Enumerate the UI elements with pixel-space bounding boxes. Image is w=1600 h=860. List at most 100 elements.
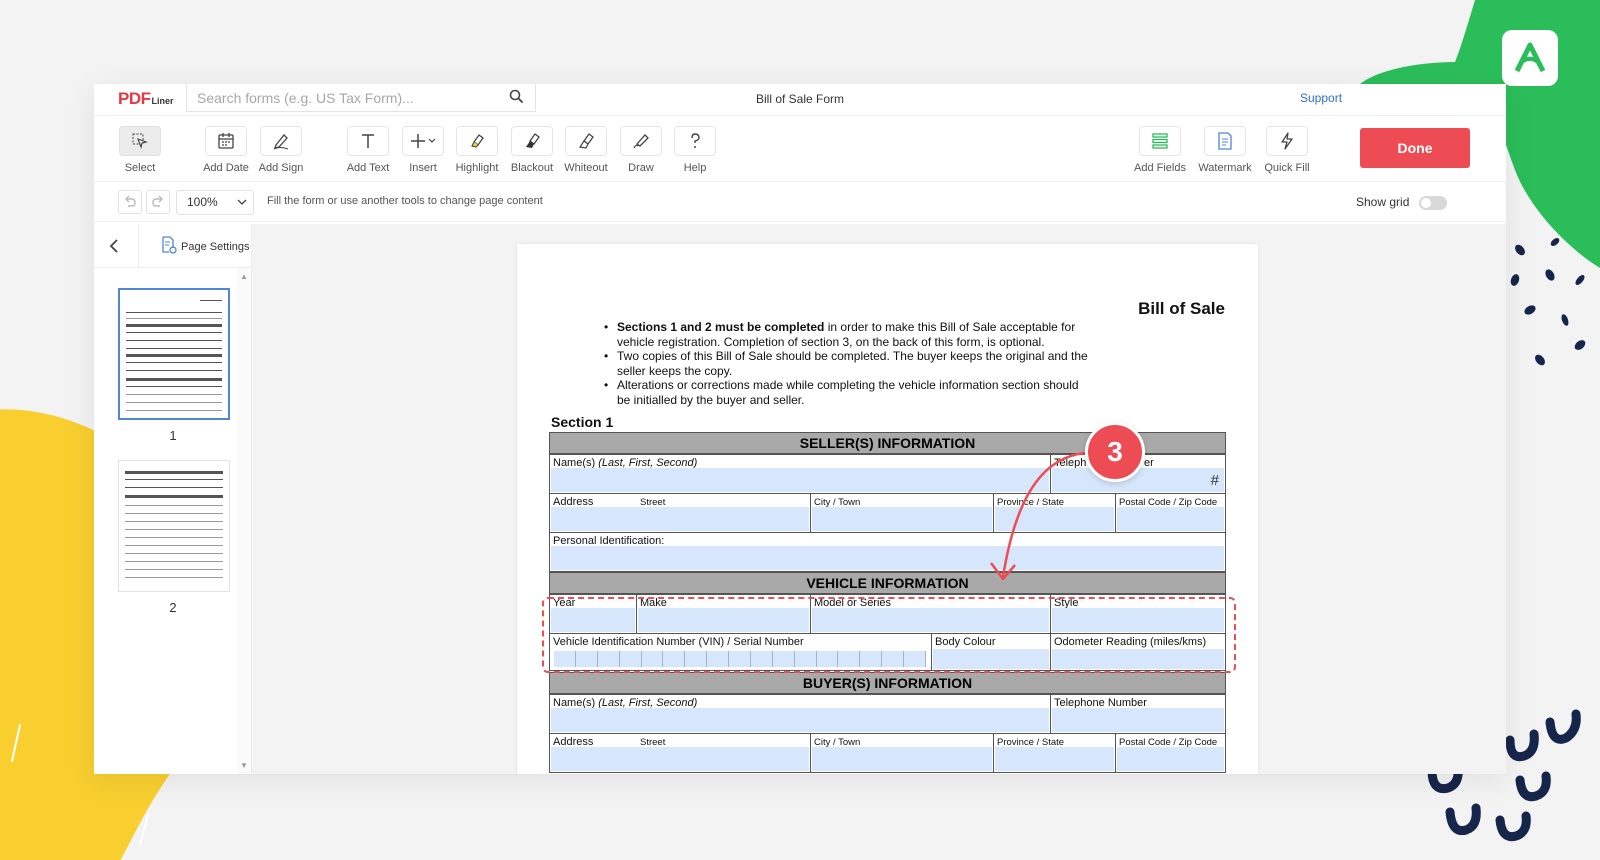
add-sign-button[interactable]: Add Sign [255,126,307,174]
chevron-down-icon [237,191,247,222]
insert-button[interactable]: Insert [397,126,449,174]
instruction-bold: Sections 1 and 2 must be completed [617,320,825,334]
select-tool-button[interactable]: Select [114,126,166,174]
page-settings-button[interactable]: Page Settings [161,236,250,257]
add-date-label: Add Date [203,162,249,174]
pdfliner-logo[interactable]: PDF Liner [118,89,174,109]
buyer-name-cell: Name(s) (Last, First, Second) [549,694,1051,734]
whiteout-label: Whiteout [564,162,608,174]
instruction-text: Alterations or corrections made while co… [617,378,1079,392]
scroll-up-icon[interactable]: ▲ [240,272,248,281]
draw-label: Draw [628,162,654,174]
blackout-label: Blackout [510,162,554,174]
form-title: Bill of Sale [1138,299,1225,318]
document-canvas: Bill of Sale Sections 1 and 2 must be co… [252,224,1506,774]
sidebar-divider [138,224,139,268]
show-grid-label: Show grid [1356,195,1410,209]
show-grid-toggle[interactable] [1419,196,1447,210]
add-fields-label: Add Fields [1134,162,1186,174]
page-settings-icon [161,236,177,257]
done-button[interactable]: Done [1360,128,1470,168]
seller-address-cell: Address Street [549,493,811,533]
buyer-telephone-field[interactable] [1052,708,1224,732]
buyer-information-header: BUYER(S) INFORMATION [549,672,1226,694]
page-sidebar: Page Settings 1 2 ▲ ▼ [94,224,252,774]
buyer-postal-field[interactable] [1117,747,1224,771]
add-date-button[interactable]: Add Date [200,126,252,174]
buyer-telephone-cell: Telephone Number [1050,694,1226,734]
calendar-icon [205,126,247,156]
instruction-text: in order to make this Bill of Sale accep… [824,320,1076,334]
highlight-button[interactable]: Highlight [451,126,503,174]
step-number-badge: 3 [1085,422,1145,482]
seller-city-cell: City / Town [810,493,994,533]
buyer-address-cell: Address Street [549,733,811,773]
add-fields-button[interactable]: Add Fields [1134,126,1186,174]
watermark-button[interactable]: Watermark [1198,126,1252,174]
pdf-editor-window: PDF Liner Bill of Sale Form Support Sele… [94,84,1506,774]
zoom-select[interactable]: 100% [176,190,254,215]
seller-city-field[interactable] [812,507,992,531]
buyer-street-field[interactable] [551,747,809,771]
page-settings-label: Page Settings [181,240,250,253]
sidebar-scrollbar[interactable]: ▲ ▼ [237,268,251,774]
quick-fill-button[interactable]: Quick Fill [1261,126,1313,174]
help-label: Help [683,162,707,174]
draw-pencil-icon [620,126,662,156]
buyer-city-cell: City / Town [810,733,994,773]
buyer-province-field[interactable] [995,747,1114,771]
buyer-name-field[interactable] [551,708,1049,732]
scroll-down-icon[interactable]: ▼ [240,761,248,770]
instruction-item: Sections 1 and 2 must be completed in or… [601,320,1101,349]
support-link[interactable]: Support [1300,91,1342,105]
page-thumbnail-2[interactable] [118,460,230,592]
search-icon[interactable] [509,89,523,108]
signature-pen-icon [260,126,302,156]
watermark-icon [1204,126,1246,156]
help-button[interactable]: Help [669,126,721,174]
blackout-brush-icon [511,126,553,156]
top-bar: PDF Liner Bill of Sale Form Support [94,84,1506,116]
toolbar: Select Add Date Add Sign Add Text Insert… [94,116,1506,182]
insert-label: Insert [409,162,437,174]
instruction-item: Alterations or corrections made while co… [601,378,1101,407]
highlighter-icon [456,126,498,156]
question-icon [674,126,716,156]
whiteout-button[interactable]: Whiteout [560,126,612,174]
redo-icon[interactable] [146,190,170,214]
plus-icon [402,126,444,156]
buyer-province-cell: Province / State [993,733,1116,773]
blackout-button[interactable]: Blackout [506,126,558,174]
fields-icon [1139,126,1181,156]
hash-icon: # [1210,472,1219,489]
document-page: Bill of Sale Sections 1 and 2 must be co… [517,244,1258,774]
buyer-city-field[interactable] [812,747,992,771]
add-sign-label: Add Sign [258,162,304,174]
seller-name-cell: Name(s) (Last, First, Second) [549,454,1051,494]
select-cursor-icon [119,126,161,156]
buyer-postal-cell: Postal Code / Zip Code [1115,733,1226,773]
hint-text: Fill the form or use another tools to ch… [267,195,543,207]
highlight-label: Highlight [455,162,499,174]
draw-button[interactable]: Draw [615,126,667,174]
instruction-text: Two copies of this Bill of Sale should b… [617,349,1088,363]
instruction-item: Two copies of this Bill of Sale should b… [601,349,1101,378]
select-label: Select [124,162,156,174]
page-number-1: 1 [169,428,177,443]
watermark-label: Watermark [1198,162,1252,174]
sidebar-header: Page Settings [94,224,251,268]
search-input[interactable] [197,89,497,106]
instruction-text: seller keeps the copy. [617,363,733,378]
seller-street-field[interactable] [551,507,809,531]
zoom-value: 100% [187,195,218,209]
chevron-left-icon[interactable] [108,238,122,259]
page-number-2: 2 [169,600,177,615]
undo-icon[interactable] [118,190,142,214]
search-bar [186,84,536,112]
page-thumbnail-1[interactable] [118,288,230,420]
pdfliner-corner-logo-icon [1502,30,1558,86]
seller-name-field[interactable] [551,468,1049,492]
instruction-text: be initialled by the buyer and seller. [617,392,805,407]
add-text-button[interactable]: Add Text [342,126,394,174]
instruction-text: vehicle registration. Completion of sect… [617,334,1045,349]
